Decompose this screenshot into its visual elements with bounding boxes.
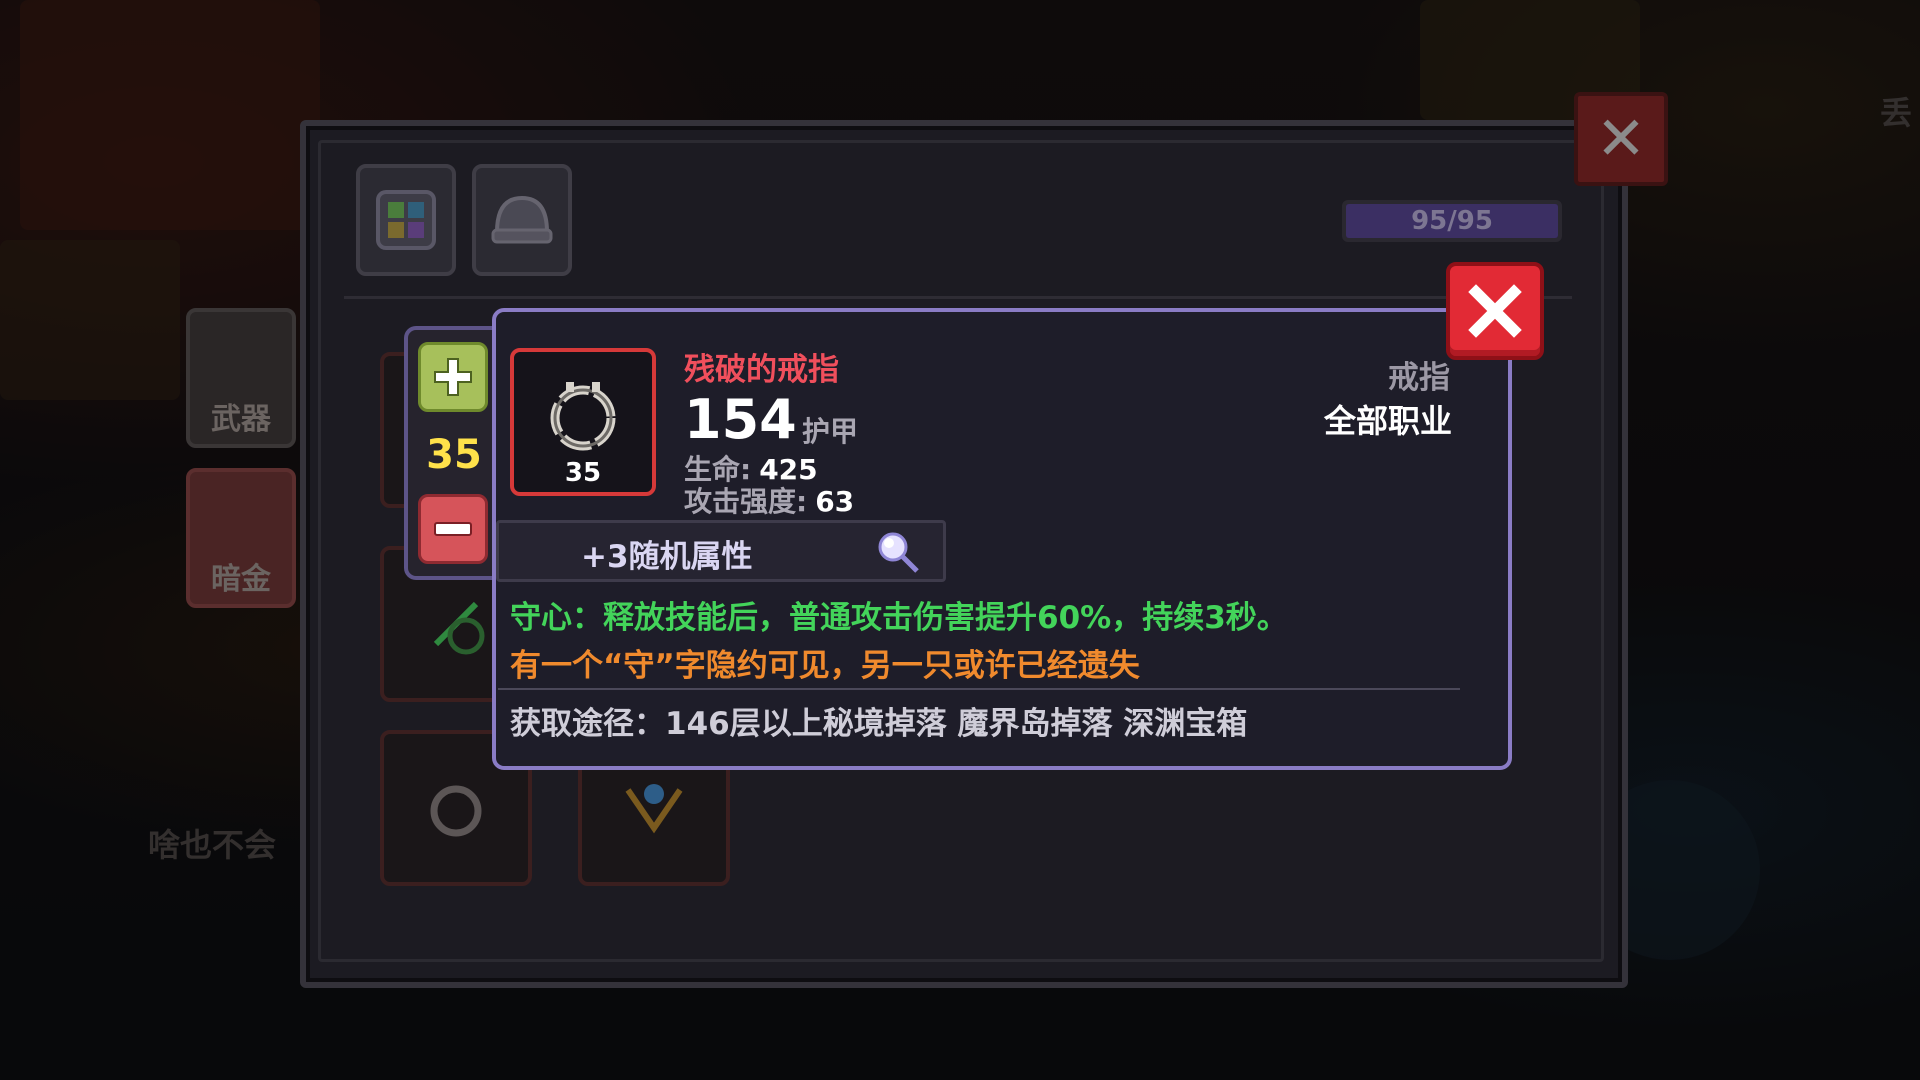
amulet-icon <box>625 784 683 834</box>
helmet-icon <box>491 195 553 244</box>
quantity-stepper: 35 <box>404 326 500 580</box>
stat-value: 63 <box>815 485 855 518</box>
minus-icon <box>434 522 472 536</box>
bag-divider <box>344 296 1572 299</box>
item-flavor-text: 有一个“守”字隐约可见，另一只或许已经遗失 <box>510 648 1140 684</box>
tooltip-divider <box>498 688 1460 690</box>
bag-close-button[interactable]: ✕ <box>1574 92 1668 186</box>
green-staff-icon <box>433 601 485 655</box>
random-attributes-label: +3随机属性 <box>581 539 753 575</box>
item-class-requirement: 全部职业 <box>1323 402 1452 440</box>
side-tab-dark-gold[interactable]: 暗金 <box>186 468 296 608</box>
side-tab-label: 武器 <box>211 402 271 437</box>
armor-label: 护甲 <box>802 415 859 448</box>
item-source: 获取途径：146层以上秘境掉落 魔界岛掉落 深渊宝箱 <box>510 706 1248 742</box>
stat-row-attack-power: 攻击强度: 63 <box>684 480 854 520</box>
side-tab-weapon[interactable]: 武器 <box>186 308 296 448</box>
side-tab-label: 暗金 <box>211 562 271 597</box>
magnifier-icon[interactable] <box>875 529 923 577</box>
increase-button[interactable] <box>418 342 488 412</box>
item-name: 残破的戒指 <box>684 352 839 388</box>
item-level: 35 <box>564 458 602 488</box>
item-effect: 守心：释放技能后，普通攻击伤害提升60%，持续3秒。 <box>510 600 1288 636</box>
quantity-value: 35 <box>426 432 482 478</box>
tooltip-close-button[interactable] <box>1446 262 1544 360</box>
bag-capacity-bar: 95/95 <box>1342 200 1562 242</box>
item-type: 戒指 <box>1388 360 1450 396</box>
plus-icon <box>434 358 472 396</box>
grid-icon <box>376 190 436 250</box>
armor-value: 154 <box>684 388 797 451</box>
close-icon: ✕ <box>1595 104 1647 174</box>
stat-label: 攻击强度: <box>684 485 808 518</box>
decrease-button[interactable] <box>418 494 488 564</box>
ring-icon <box>430 785 482 837</box>
tab-equipment[interactable] <box>472 164 572 276</box>
capacity-text: 95/95 <box>1411 206 1493 236</box>
random-attributes-row[interactable]: +3随机属性 <box>496 520 946 582</box>
tab-all-items[interactable] <box>356 164 456 276</box>
item-icon-slot: 35 <box>510 348 656 496</box>
close-icon <box>1468 284 1522 338</box>
